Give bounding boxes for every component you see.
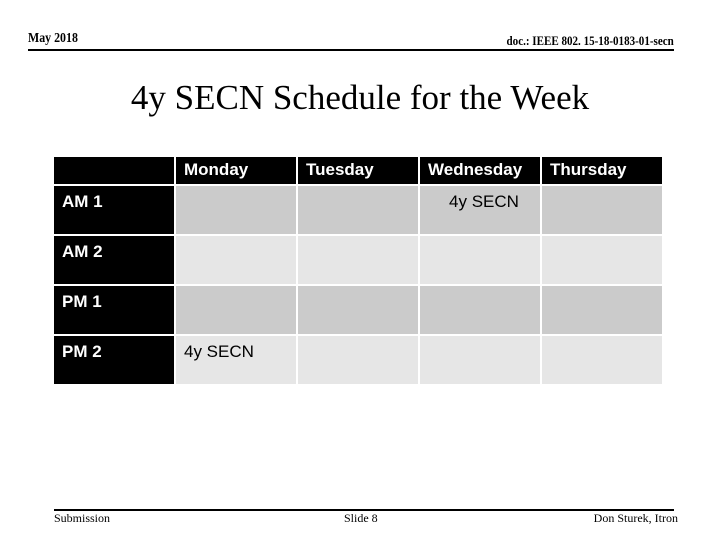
- header-date: May 2018: [28, 31, 78, 46]
- slide-title: 4y SECN Schedule for the Week: [130, 78, 590, 117]
- header-cell-tuesday: Tuesday: [298, 157, 418, 184]
- header-cell-monday: Monday: [176, 157, 296, 184]
- table-row: PM 2 4y SECN: [54, 336, 662, 384]
- header-cell-corner: [54, 157, 174, 184]
- table-cell: [176, 186, 296, 234]
- header-divider: [28, 49, 674, 51]
- row-label: PM 1: [54, 286, 174, 334]
- footer-submission: Submission: [54, 511, 111, 525]
- table-cell: [420, 336, 540, 384]
- table-cell: [176, 286, 296, 334]
- table-cell: [542, 186, 662, 234]
- header-doc-id: doc.: IEEE 802. 15-18-0183-01-secn: [506, 33, 674, 48]
- table-cell: [420, 286, 540, 334]
- table-cell: [542, 236, 662, 284]
- table-row: PM 1: [54, 286, 662, 334]
- footer-author: Don Sturek, Itron: [593, 511, 678, 525]
- footer-slide-number: Slide 8: [344, 511, 378, 525]
- table-cell: [298, 286, 418, 334]
- row-label: AM 2: [54, 236, 174, 284]
- table-row: AM 2: [54, 236, 662, 284]
- table-cell: [420, 236, 540, 284]
- table-cell: [542, 286, 662, 334]
- table-cell: 4y SECN: [176, 336, 296, 384]
- row-label: AM 1: [54, 186, 174, 234]
- table-cell: [542, 336, 662, 384]
- table-header-row: Monday Tuesday Wednesday Thursday: [54, 157, 662, 184]
- table-cell: [298, 336, 418, 384]
- header-cell-wednesday: Wednesday: [420, 157, 540, 184]
- table-row: AM 1 4y SECN: [54, 186, 662, 234]
- header-cell-thursday: Thursday: [542, 157, 662, 184]
- row-label: PM 2: [54, 336, 174, 384]
- table-cell: [298, 186, 418, 234]
- table-cell: [298, 236, 418, 284]
- table-cell: [176, 236, 296, 284]
- schedule-table: Monday Tuesday Wednesday Thursday AM 1 4…: [52, 155, 664, 386]
- table-cell: 4y SECN: [420, 186, 540, 234]
